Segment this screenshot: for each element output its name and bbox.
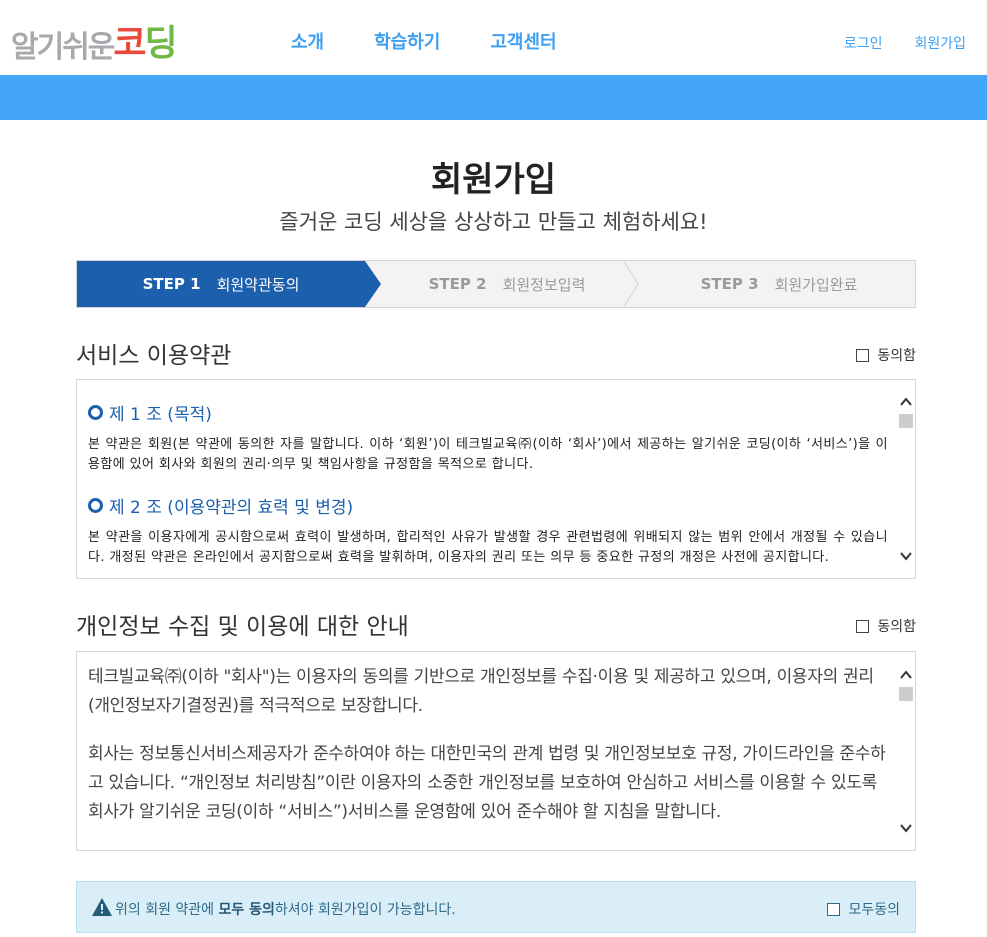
signup-link[interactable]: 회원가입 xyxy=(914,33,966,53)
agree-notice: 위의 회원 약관에 모두 동의하셔야 회원가입이 가능합니다. 모두동의 xyxy=(76,881,916,933)
terms-title: 서비스 이용약관 xyxy=(76,343,232,369)
step-2-label: 회원정보입력 xyxy=(502,275,586,294)
agree-all-checkbox[interactable]: 모두동의 xyxy=(827,899,900,919)
chevron-up-icon[interactable] xyxy=(900,396,912,408)
warning-icon xyxy=(92,898,112,916)
notice-text-pre: 위의 회원 약관에 xyxy=(115,902,219,918)
article-2-body: 본 약관을 이용자에게 공시함으로써 효력이 발생하며, 합리적인 사유가 발생… xyxy=(88,530,888,565)
notice-text: 위의 회원 약관에 모두 동의하셔야 회원가입이 가능합니다. xyxy=(115,899,456,919)
article-1-body: 본 약관은 회원(본 약관에 동의한 자를 말합니다. 이하 ‘회원’)이 테크… xyxy=(88,437,888,472)
login-link[interactable]: 로그인 xyxy=(844,33,883,53)
page-title: 회원가입 xyxy=(430,160,557,200)
privacy-title: 개인정보 수집 및 이용에 대한 안내 xyxy=(76,614,409,640)
privacy-paragraph-2: 회사는 정보통신서비스제공자가 준수하여야 하는 대한민국의 관계 법령 및 개… xyxy=(88,744,886,822)
step-3-label: 회원가입완료 xyxy=(774,275,858,294)
step-1-label: 회원약관동의 xyxy=(216,275,300,294)
scroll-thumb[interactable] xyxy=(899,687,913,701)
logo-text-accent-1: 코 xyxy=(113,23,146,64)
circle-icon xyxy=(88,405,103,420)
step-1: STEP 1 회원약관동의 xyxy=(77,261,365,307)
step-2-number: STEP 2 xyxy=(428,275,487,293)
privacy-paragraph-1: 테크빌교육㈜(이하 "회사")는 이용자의 동의를 기반으로 개인정보를 수집·… xyxy=(88,667,874,716)
step-3: STEP 3 회원가입완료 xyxy=(642,261,916,307)
header: 알기쉬운 코 딩 소개 학습하기 고객센터 로그인 회원가입 xyxy=(0,0,987,75)
step-1-arrow xyxy=(365,261,381,307)
user-links: 로그인 회원가입 xyxy=(844,33,966,53)
checkbox-icon[interactable] xyxy=(856,619,870,633)
checkbox-icon[interactable] xyxy=(856,348,870,362)
terms-content: 제 1 조 (목적) 본 약관은 회원(본 약관에 동의한 자를 말합니다. 이… xyxy=(88,400,888,568)
nav-item-support[interactable]: 고객센터 xyxy=(490,28,556,54)
step-2: STEP 2 회원정보입력 xyxy=(382,261,632,307)
privacy-box[interactable]: 테크빌교육㈜(이하 "회사")는 이용자의 동의를 기반으로 개인정보를 수집·… xyxy=(76,651,916,851)
step-1-number: STEP 1 xyxy=(142,275,201,293)
scroll-thumb[interactable] xyxy=(899,414,913,428)
header-band xyxy=(0,75,987,120)
circle-icon xyxy=(88,498,103,513)
agree-all-label: 모두동의 xyxy=(848,902,900,918)
article-2-title: 제 2 조 (이용약관의 효력 및 변경) xyxy=(88,493,888,518)
terms-agree-label: 동의함 xyxy=(877,348,916,364)
terms-box[interactable]: 제 1 조 (목적) 본 약관은 회원(본 약관에 동의한 자를 말합니다. 이… xyxy=(76,379,916,579)
main-nav: 소개 학습하기 고객센터 xyxy=(291,28,557,54)
logo[interactable]: 알기쉬운 코 딩 xyxy=(11,20,178,66)
notice-text-bold: 모두 동의 xyxy=(218,902,275,918)
nav-item-learn[interactable]: 학습하기 xyxy=(374,28,440,54)
privacy-agree-label: 동의함 xyxy=(877,619,916,635)
article-1-title: 제 1 조 (목적) xyxy=(88,400,888,425)
privacy-scrollbar[interactable] xyxy=(897,652,915,850)
logo-text-plain: 알기쉬운 xyxy=(11,30,115,65)
article-1-title-text: 제 1 조 (목적) xyxy=(109,405,212,425)
checkbox-icon[interactable] xyxy=(827,902,841,916)
notice-text-post: 하셔야 회원가입이 가능합니다. xyxy=(274,902,456,918)
step-separator-icon xyxy=(623,261,639,307)
terms-scrollbar[interactable] xyxy=(897,380,915,578)
logo-text-accent-2: 딩 xyxy=(144,23,178,64)
chevron-down-icon[interactable] xyxy=(900,550,912,562)
page-subtitle: 즐거운 코딩 세상을 상상하고 만들고 체험하세요! xyxy=(279,210,708,234)
article-2-title-text: 제 2 조 (이용약관의 효력 및 변경) xyxy=(109,498,354,518)
terms-agree-checkbox[interactable]: 동의함 xyxy=(856,345,916,365)
chevron-up-icon[interactable] xyxy=(900,669,912,681)
step-progress: STEP 1 회원약관동의 STEP 2 회원정보입력 STEP 3 회원가입완… xyxy=(76,260,916,308)
nav-item-intro[interactable]: 소개 xyxy=(291,28,324,54)
privacy-content: 테크빌교육㈜(이하 "회사")는 이용자의 동의를 기반으로 개인정보를 수집·… xyxy=(88,663,888,827)
chevron-down-icon[interactable] xyxy=(900,822,912,834)
step-3-number: STEP 3 xyxy=(700,275,759,293)
privacy-agree-checkbox[interactable]: 동의함 xyxy=(856,616,916,636)
